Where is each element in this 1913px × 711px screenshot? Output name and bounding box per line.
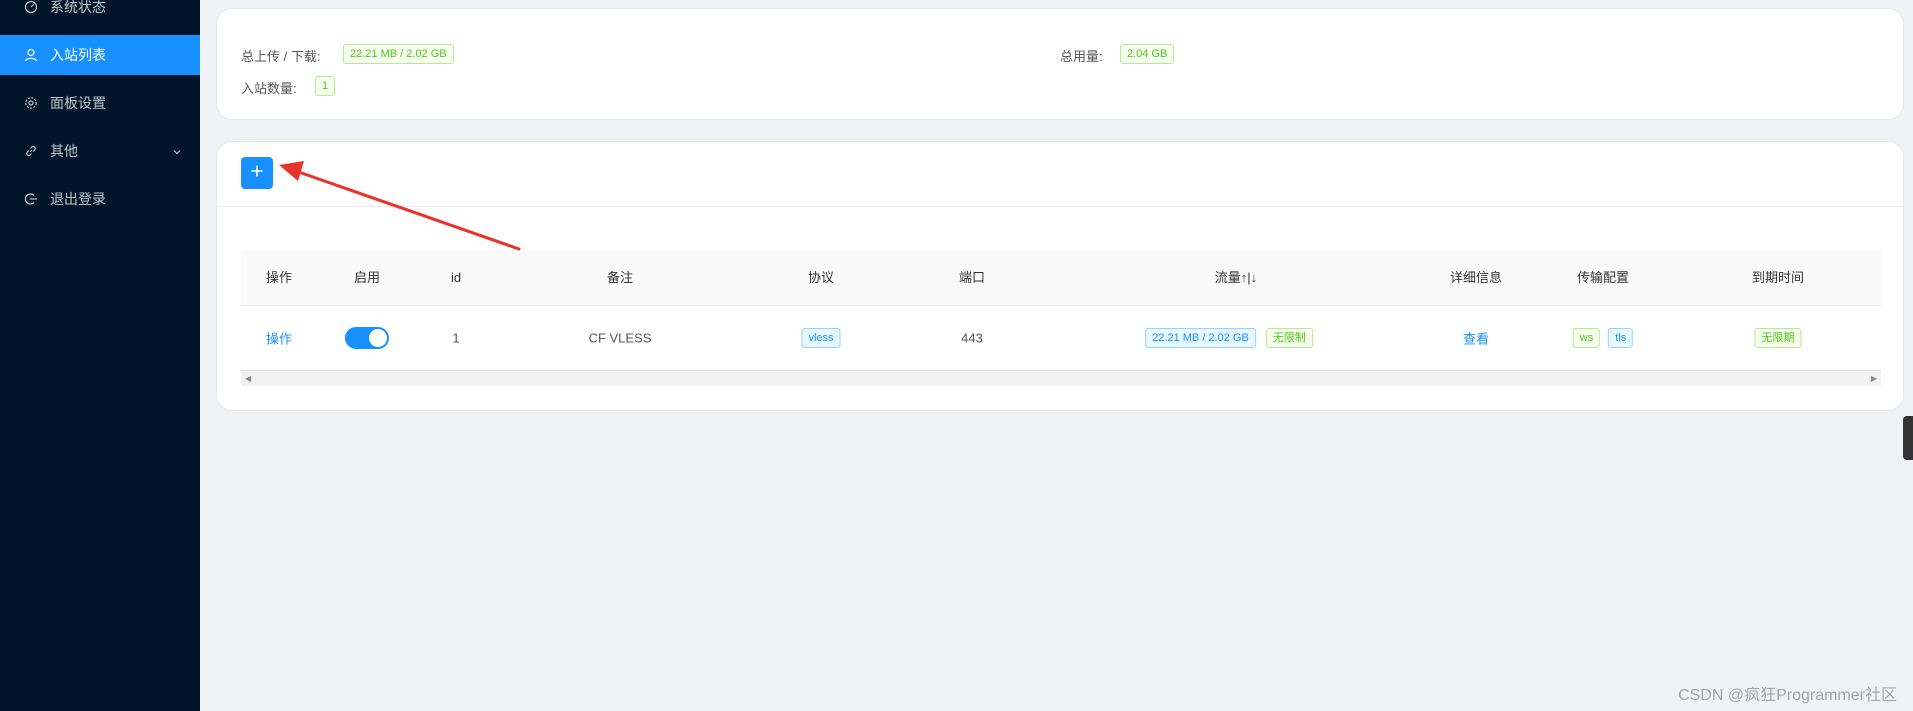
total-up-down-label: 总上传 / 下载: [241,49,321,64]
dashboard-icon [24,0,38,14]
sidebar-item-inbound-list[interactable]: 入站列表 [0,35,200,75]
sidebar-item-system-status[interactable]: 系统状态 [0,0,200,27]
total-usage-value: 2.04 GB [1120,44,1175,64]
sidebar-item-other[interactable]: 其他 [0,131,200,171]
row-remark: CF VLESS [588,330,652,346]
header-id: id [450,270,462,285]
traffic-tag: 22.21 MB / 2.02 GB [1145,328,1256,348]
total-up-down-value: 22.21 MB / 2.02 GB [343,44,454,64]
row-action-link[interactable]: 操作 [266,329,292,348]
header-traffic[interactable]: 流量↑|↓ [1215,250,1257,306]
header-protocol: 协议 [807,270,835,285]
row-id: 1 [452,330,460,346]
inbound-count-value: 1 [315,76,336,96]
add-inbound-button[interactable] [241,157,273,189]
expiry-tag: 无限期 [1754,328,1802,348]
header-enable: 启用 [353,270,381,285]
sidebar-item-label: 系统状态 [50,0,106,15]
link-icon [24,144,38,158]
table-horizontal-scrollbar[interactable]: ◀ ▶ [241,370,1881,386]
sidebar-item-panel-settings[interactable]: 面板设置 [0,83,200,123]
gear-icon [24,96,38,110]
chevron-down-icon [172,144,182,160]
scroll-left-arrow-icon[interactable]: ◀ [245,375,251,383]
enable-toggle[interactable] [345,327,389,349]
divider [217,206,1903,207]
inbound-table-card: 操作 启用 id 备注 协议 端口 流量↑|↓ 详细信息 传输配置 到期时间 操… [216,141,1904,411]
header-transport: 传输配置 [1576,270,1630,285]
table-row: 操作 1 CF VLESS vless 443 22.21 MB / 2.02 … [241,306,1881,370]
toggle-knob [369,329,387,347]
sidebar-item-label: 面板设置 [50,95,106,111]
row-traffic-cell: 22.21 MB / 2.02 GB 无限制 [1145,328,1313,348]
logout-icon [24,192,38,206]
transport-security-tag: tls [1608,328,1634,348]
header-port: 端口 [958,270,986,285]
sidebar-item-label: 入站列表 [50,47,106,63]
row-protocol-cell: vless [801,328,841,348]
sidebar-item-label: 其他 [50,143,78,159]
traffic-limit-tag: 无限制 [1265,328,1313,348]
scroll-right-arrow-icon[interactable]: ▶ [1871,375,1877,383]
protocol-tag: vless [801,328,841,348]
watermark: CSDN @疯狂Programmer社区 [1678,687,1897,704]
plus-icon [250,164,264,183]
header-remark: 备注 [606,270,634,285]
row-expiry-cell: 无限期 [1754,328,1802,348]
toggle-switch[interactable] [345,327,389,349]
user-icon [24,48,38,62]
sidebar-item-logout[interactable]: 退出登录 [0,179,200,219]
table-header: 操作 启用 id 备注 协议 端口 流量↑|↓ 详细信息 传输配置 到期时间 [241,250,1881,306]
transport-network-tag: ws [1572,328,1601,348]
total-usage-label: 总用量: [1060,49,1103,64]
inbound-count-label: 入站数量: [241,81,297,96]
header-expiry: 到期时间 [1751,270,1805,285]
details-link[interactable]: 查看 [1463,329,1489,348]
row-port: 443 [961,330,983,346]
side-drawer-handle[interactable] [1903,416,1913,460]
sidebar-item-label: 退出登录 [50,191,106,207]
header-action: 操作 [265,270,293,285]
sidebar: 系统状态 入站列表 面板设置 其他 退出登录 [0,0,200,711]
row-transport-cell: ws tls [1572,328,1634,348]
stats-card: 总上传 / 下载: 22.21 MB / 2.02 GB 总用量: 2.04 G… [216,8,1904,120]
header-details: 详细信息 [1449,270,1503,285]
